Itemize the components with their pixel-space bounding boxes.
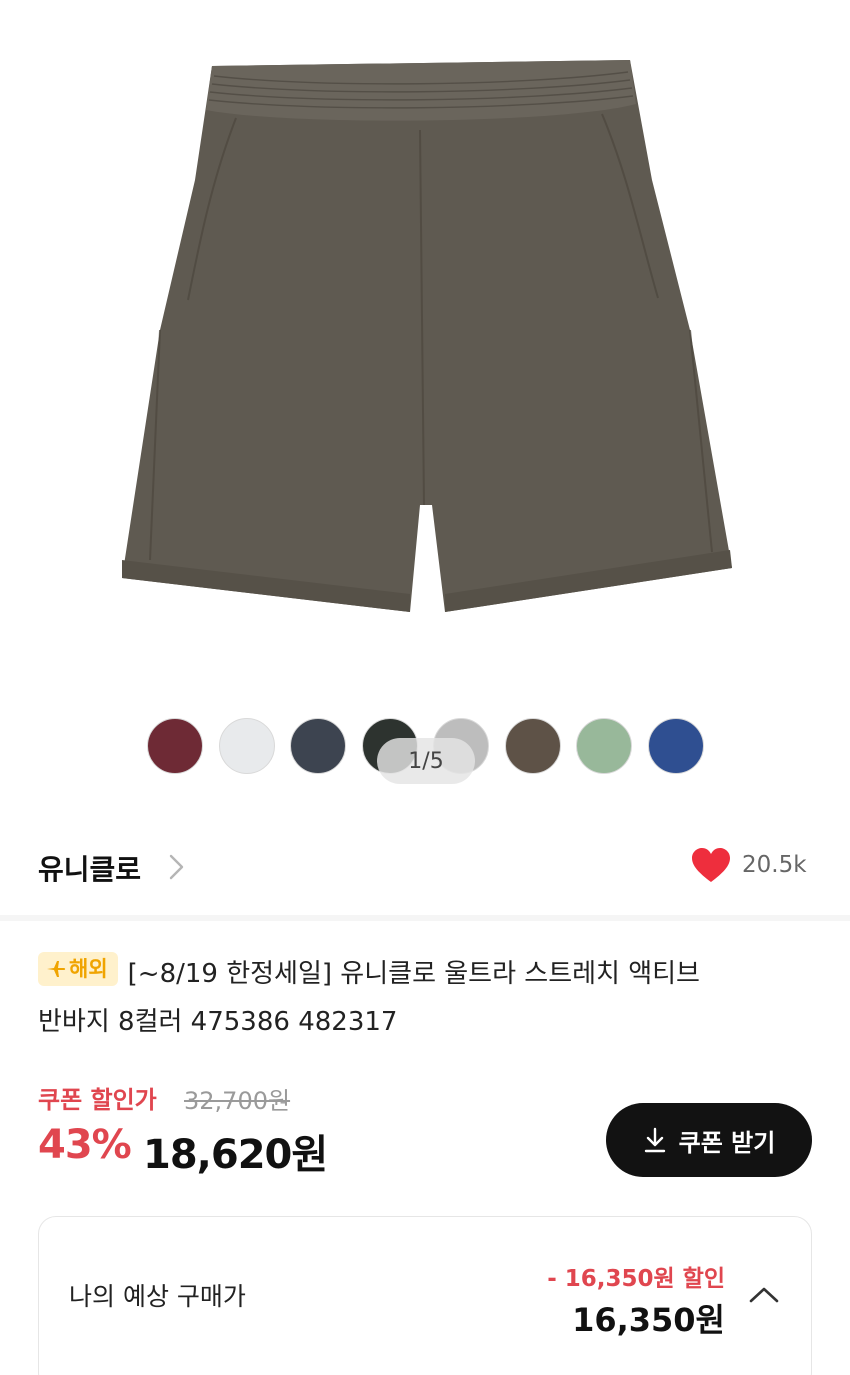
overseas-badge-label: 해외: [69, 957, 108, 981]
product-title-line1: [~8/19 한정세일] 유니클로 울트라 스트레치 액티브: [127, 959, 700, 989]
get-coupon-label: 쿠폰 받기: [678, 1128, 776, 1157]
brand-row: 유니클로 20.5k: [0, 828, 850, 906]
brand-name[interactable]: 유니클로: [38, 848, 141, 888]
estimated-discount: - 16,350원 할인: [547, 1266, 725, 1292]
shorts-image: [122, 60, 732, 612]
sale-price: 18,620원: [143, 1132, 328, 1178]
product-title: 해외 [~8/19 한정세일] 유니클로 울트라 스트레치 액티브 반바지 8컬러…: [38, 950, 818, 1046]
download-icon: [644, 1127, 665, 1153]
estimated-price-card[interactable]: 나의 예상 구매가 - 16,350원 할인 16,350원: [38, 1216, 812, 1375]
estimated-price-label: 나의 예상 구매가: [69, 1282, 246, 1311]
color-swatch[interactable]: [147, 718, 203, 774]
gallery-page-indicator: 1/5: [377, 738, 475, 784]
chevron-up-icon[interactable]: [747, 1283, 781, 1307]
section-divider: [0, 915, 850, 921]
airplane-icon: [47, 961, 66, 977]
chevron-right-icon[interactable]: [166, 852, 188, 882]
original-price: 32,700원: [184, 1087, 291, 1115]
color-swatch[interactable]: [576, 718, 632, 774]
heart-icon[interactable]: [690, 846, 732, 884]
color-swatch[interactable]: [290, 718, 346, 774]
coupon-price-label: 쿠폰 할인가: [38, 1086, 157, 1114]
get-coupon-button[interactable]: 쿠폰 받기: [606, 1103, 812, 1177]
product-image[interactable]: [0, 0, 850, 820]
color-swatch[interactable]: [505, 718, 561, 774]
color-swatch[interactable]: [648, 718, 704, 774]
color-swatch[interactable]: [219, 718, 275, 774]
overseas-badge: 해외: [38, 952, 118, 986]
estimated-price: 16,350원: [572, 1301, 725, 1339]
like-count: 20.5k: [742, 852, 807, 878]
discount-rate: 43%: [38, 1122, 132, 1168]
product-title-line2: 반바지 8컬러 475386 482317: [38, 1007, 398, 1037]
